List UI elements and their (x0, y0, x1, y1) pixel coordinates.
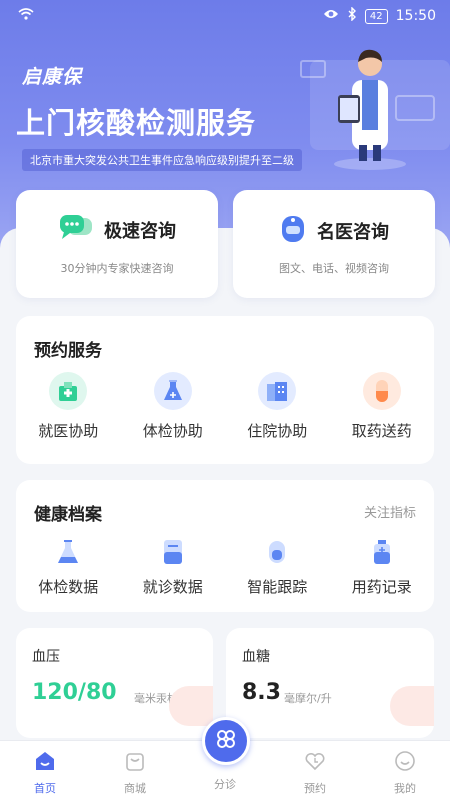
doctor-illustration (330, 40, 410, 174)
flask-icon (55, 538, 81, 570)
medicine-delivery-label: 取药送药 (351, 422, 412, 440)
battery-indicator: 42 (364, 8, 388, 24)
shopping-bag-icon (124, 750, 146, 776)
checkup-assist-item[interactable]: 体检协助 (121, 372, 226, 441)
medicine-bottle-icon (370, 538, 394, 570)
quick-consult-card[interactable]: 极速咨询 30分钟内专家快速咨询 (16, 190, 218, 298)
chat-bubbles-icon (58, 214, 94, 246)
blood-sugar-value: 8.3 (242, 680, 281, 705)
home-smile-icon (34, 750, 56, 776)
medicine-delivery-item[interactable]: 取药送药 (330, 372, 435, 441)
medical-assist-label: 就医协助 (38, 422, 99, 440)
visit-data-item[interactable]: 就诊数据 (121, 538, 226, 597)
drop-decoration-icon (390, 686, 434, 726)
medication-record-item[interactable]: 用药记录 (330, 538, 435, 597)
tab-home-label: 首页 (34, 782, 56, 795)
smile-face-icon (394, 750, 416, 776)
smart-tracking-label: 智能跟踪 (247, 578, 308, 596)
heart-decoration-icon (169, 686, 213, 726)
smart-tracking-item[interactable]: 智能跟踪 (225, 538, 330, 597)
tab-triage-label: 分诊 (214, 778, 236, 791)
doctor-avatar-icon (279, 214, 307, 248)
hero-headline: 上门核酸检测服务 (16, 106, 257, 140)
tab-mine[interactable]: 我的 (360, 741, 450, 800)
hospitalization-assist-label: 住院协助 (247, 422, 308, 440)
medical-assist-item[interactable]: 就医协助 (16, 372, 121, 441)
tab-home[interactable]: 首页 (0, 741, 90, 800)
blood-pressure-title: 血压 (32, 649, 60, 665)
quick-consult-desc: 30分钟内专家快速咨询 (60, 262, 174, 275)
bluetooth-icon (347, 6, 357, 25)
brand-name: 启康保 (22, 66, 83, 88)
blood-pressure-card[interactable]: 血压 120/80 毫米汞柱 (16, 628, 213, 738)
blood-sugar-title: 血糖 (242, 649, 270, 665)
expert-consult-title: 名医咨询 (317, 222, 389, 243)
hero-decoration (300, 60, 326, 78)
hospital-icon (49, 372, 88, 410)
flask-icon (153, 372, 192, 410)
document-icon (161, 538, 185, 570)
hospitalization-assist-item[interactable]: 住院协助 (225, 372, 330, 441)
appointment-title: 预约服务 (34, 341, 102, 361)
quick-consult-title: 极速咨询 (104, 221, 176, 242)
visit-data-label: 就诊数据 (142, 578, 203, 596)
checkup-data-item[interactable]: 体检数据 (16, 538, 121, 597)
clover-icon (214, 727, 238, 755)
blood-pressure-value: 120/80 (32, 680, 117, 705)
appointment-section: 预约服务 就医协助 体检协助 住院协助 取药送药 (16, 316, 434, 464)
tab-mine-label: 我的 (394, 782, 416, 795)
health-record-section: 健康档案 关注指标 体检数据 就诊数据 智能跟踪 用药记录 (16, 480, 434, 612)
status-bar: 42 15:50 (0, 0, 450, 32)
blood-sugar-unit: 毫摩尔/升 (284, 692, 332, 705)
eye-icon (323, 8, 339, 24)
wifi-icon (18, 8, 34, 24)
tracker-icon (265, 538, 289, 570)
heart-clock-icon (304, 750, 326, 776)
tab-mall[interactable]: 商城 (90, 741, 180, 800)
capsule-icon (362, 372, 401, 410)
expert-consult-card[interactable]: 名医咨询 图文、电话、视频咨询 (233, 190, 435, 298)
building-icon (258, 372, 297, 410)
tab-appointment[interactable]: 预约 (270, 741, 360, 800)
hero-notice: 北京市重大突发公共卫生事件应急响应级别提升至二级 (22, 149, 302, 171)
health-record-title: 健康档案 (34, 505, 102, 525)
tab-mall-label: 商城 (124, 782, 146, 795)
checkup-assist-label: 体检协助 (142, 422, 203, 440)
tab-appointment-label: 预约 (304, 782, 326, 795)
triage-fab-button[interactable] (202, 717, 250, 765)
checkup-data-label: 体检数据 (38, 578, 99, 596)
medication-record-label: 用药记录 (351, 578, 412, 596)
expert-consult-desc: 图文、电话、视频咨询 (279, 262, 389, 275)
status-time: 15:50 (395, 8, 436, 24)
blood-sugar-card[interactable]: 血糖 8.3 毫摩尔/升 (226, 628, 434, 738)
follow-indicators-link[interactable]: 关注指标 (364, 502, 416, 521)
